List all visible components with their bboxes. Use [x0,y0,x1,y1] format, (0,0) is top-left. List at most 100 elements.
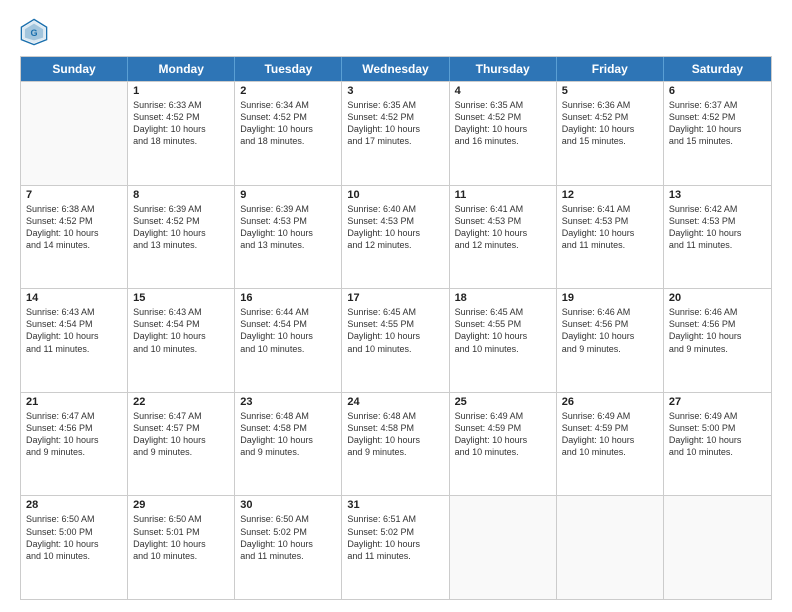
calendar-cell-27: 27 Sunrise: 6:49 AM Sunset: 5:00 PM Dayli… [664,393,771,496]
day-details: Sunrise: 6:50 AM Sunset: 5:01 PM Dayligh… [133,513,229,562]
day-number: 17 [347,292,443,304]
calendar-cell-20: 20Sunrise: 6:46 AM Sunset: 4:56 PM Dayli… [664,289,771,392]
day-number: 6 [669,85,766,97]
day-number: 23 [240,396,336,408]
calendar-cell-3: 3 Sunrise: 6:35 AM Sunset: 4:52 PM Daylig… [342,82,449,185]
calendar-row-4: 28Sunrise: 6:50 AM Sunset: 5:00 PM Dayli… [21,495,771,599]
calendar-cell-19: 19Sunrise: 6:46 AM Sunset: 4:56 PM Dayli… [557,289,664,392]
calendar-cell-7: 7 Sunrise: 6:38 AM Sunset: 4:52 PM Daylig… [21,186,128,289]
calendar-cell-8: 8Sunrise: 6:39 AM Sunset: 4:52 PM Daylig… [128,186,235,289]
logo-icon: G [20,18,48,46]
day-details: Sunrise: 6:45 AM Sunset: 4:55 PM Dayligh… [347,306,443,355]
calendar-cell-empty-4-4 [450,496,557,599]
calendar-cell-6: 6 Sunrise: 6:37 AM Sunset: 4:52 PM Daylig… [664,82,771,185]
calendar-cell-12: 12Sunrise: 6:41 AM Sunset: 4:53 PM Dayli… [557,186,664,289]
day-number: 7 [26,189,122,201]
header-day-monday: Monday [128,57,235,81]
calendar-cell-30: 30 Sunrise: 6:50 AM Sunset: 5:02 PM Dayli… [235,496,342,599]
calendar-cell-11: 11Sunrise: 6:41 AM Sunset: 4:53 PM Dayli… [450,186,557,289]
header-day-wednesday: Wednesday [342,57,449,81]
day-number: 8 [133,189,229,201]
calendar-cell-4: 4 Sunrise: 6:35 AM Sunset: 4:52 PM Daylig… [450,82,557,185]
svg-text:G: G [30,28,37,38]
day-details: Sunrise: 6:49 AM Sunset: 4:59 PM Dayligh… [455,410,551,459]
day-details: Sunrise: 6:42 AM Sunset: 4:53 PM Dayligh… [669,203,766,252]
day-details: Sunrise: 6:43 AM Sunset: 4:54 PM Dayligh… [26,306,122,355]
calendar-header-row: SundayMondayTuesdayWednesdayThursdayFrid… [21,57,771,81]
header-day-thursday: Thursday [450,57,557,81]
header-day-sunday: Sunday [21,57,128,81]
day-number: 24 [347,396,443,408]
day-details: Sunrise: 6:49 AM Sunset: 5:00 PM Dayligh… [669,410,766,459]
logo: G [20,18,52,46]
day-number: 14 [26,292,122,304]
day-details: Sunrise: 6:51 AM Sunset: 5:02 PM Dayligh… [347,513,443,562]
day-number: 5 [562,85,658,97]
calendar-body: 1Sunrise: 6:33 AM Sunset: 4:52 PM Daylig… [21,81,771,599]
page: G SundayMondayTuesdayWednesdayThursdayFr… [0,0,792,612]
calendar-cell-21: 21 Sunrise: 6:47 AM Sunset: 4:56 PM Dayli… [21,393,128,496]
calendar-cell-15: 15 Sunrise: 6:43 AM Sunset: 4:54 PM Dayli… [128,289,235,392]
calendar-cell-22: 22 Sunrise: 6:47 AM Sunset: 4:57 PM Dayli… [128,393,235,496]
day-details: Sunrise: 6:34 AM Sunset: 4:52 PM Dayligh… [240,99,336,148]
day-details: Sunrise: 6:47 AM Sunset: 4:57 PM Dayligh… [133,410,229,459]
calendar-row-3: 21 Sunrise: 6:47 AM Sunset: 4:56 PM Dayli… [21,392,771,496]
calendar-cell-1: 1Sunrise: 6:33 AM Sunset: 4:52 PM Daylig… [128,82,235,185]
day-number: 3 [347,85,443,97]
calendar-cell-9: 9Sunrise: 6:39 AM Sunset: 4:53 PM Daylig… [235,186,342,289]
calendar-cell-10: 10 Sunrise: 6:40 AM Sunset: 4:53 PM Dayli… [342,186,449,289]
day-details: Sunrise: 6:49 AM Sunset: 4:59 PM Dayligh… [562,410,658,459]
day-details: Sunrise: 6:43 AM Sunset: 4:54 PM Dayligh… [133,306,229,355]
day-details: Sunrise: 6:46 AM Sunset: 4:56 PM Dayligh… [669,306,766,355]
day-number: 28 [26,499,122,511]
calendar-row-1: 7 Sunrise: 6:38 AM Sunset: 4:52 PM Daylig… [21,185,771,289]
calendar-cell-empty-4-6 [664,496,771,599]
day-number: 29 [133,499,229,511]
day-details: Sunrise: 6:40 AM Sunset: 4:53 PM Dayligh… [347,203,443,252]
calendar-cell-29: 29 Sunrise: 6:50 AM Sunset: 5:01 PM Dayli… [128,496,235,599]
header-day-friday: Friday [557,57,664,81]
day-number: 25 [455,396,551,408]
calendar-cell-28: 28Sunrise: 6:50 AM Sunset: 5:00 PM Dayli… [21,496,128,599]
day-details: Sunrise: 6:35 AM Sunset: 4:52 PM Dayligh… [347,99,443,148]
day-details: Sunrise: 6:47 AM Sunset: 4:56 PM Dayligh… [26,410,122,459]
day-details: Sunrise: 6:36 AM Sunset: 4:52 PM Dayligh… [562,99,658,148]
day-number: 9 [240,189,336,201]
day-number: 10 [347,189,443,201]
day-number: 12 [562,189,658,201]
day-details: Sunrise: 6:48 AM Sunset: 4:58 PM Dayligh… [347,410,443,459]
day-details: Sunrise: 6:37 AM Sunset: 4:52 PM Dayligh… [669,99,766,148]
calendar-cell-23: 23Sunrise: 6:48 AM Sunset: 4:58 PM Dayli… [235,393,342,496]
day-details: Sunrise: 6:45 AM Sunset: 4:55 PM Dayligh… [455,306,551,355]
calendar-cell-24: 24 Sunrise: 6:48 AM Sunset: 4:58 PM Dayli… [342,393,449,496]
calendar-cell-18: 18 Sunrise: 6:45 AM Sunset: 4:55 PM Dayli… [450,289,557,392]
day-number: 27 [669,396,766,408]
calendar-row-2: 14 Sunrise: 6:43 AM Sunset: 4:54 PM Dayli… [21,288,771,392]
day-details: Sunrise: 6:35 AM Sunset: 4:52 PM Dayligh… [455,99,551,148]
day-number: 4 [455,85,551,97]
header-day-saturday: Saturday [664,57,771,81]
day-number: 22 [133,396,229,408]
calendar-cell-13: 13 Sunrise: 6:42 AM Sunset: 4:53 PM Dayli… [664,186,771,289]
day-details: Sunrise: 6:38 AM Sunset: 4:52 PM Dayligh… [26,203,122,252]
calendar-cell-31: 31Sunrise: 6:51 AM Sunset: 5:02 PM Dayli… [342,496,449,599]
day-number: 16 [240,292,336,304]
calendar-cell-2: 2 Sunrise: 6:34 AM Sunset: 4:52 PM Daylig… [235,82,342,185]
day-number: 11 [455,189,551,201]
day-number: 18 [455,292,551,304]
calendar-cell-17: 17 Sunrise: 6:45 AM Sunset: 4:55 PM Dayli… [342,289,449,392]
day-number: 2 [240,85,336,97]
day-number: 30 [240,499,336,511]
day-number: 21 [26,396,122,408]
day-number: 15 [133,292,229,304]
day-number: 26 [562,396,658,408]
day-number: 13 [669,189,766,201]
calendar-cell-25: 25 Sunrise: 6:49 AM Sunset: 4:59 PM Dayli… [450,393,557,496]
day-details: Sunrise: 6:46 AM Sunset: 4:56 PM Dayligh… [562,306,658,355]
calendar-cell-empty-0-0 [21,82,128,185]
calendar-cell-26: 26 Sunrise: 6:49 AM Sunset: 4:59 PM Dayli… [557,393,664,496]
day-details: Sunrise: 6:44 AM Sunset: 4:54 PM Dayligh… [240,306,336,355]
day-number: 1 [133,85,229,97]
calendar-cell-5: 5 Sunrise: 6:36 AM Sunset: 4:52 PM Daylig… [557,82,664,185]
day-details: Sunrise: 6:50 AM Sunset: 5:02 PM Dayligh… [240,513,336,562]
